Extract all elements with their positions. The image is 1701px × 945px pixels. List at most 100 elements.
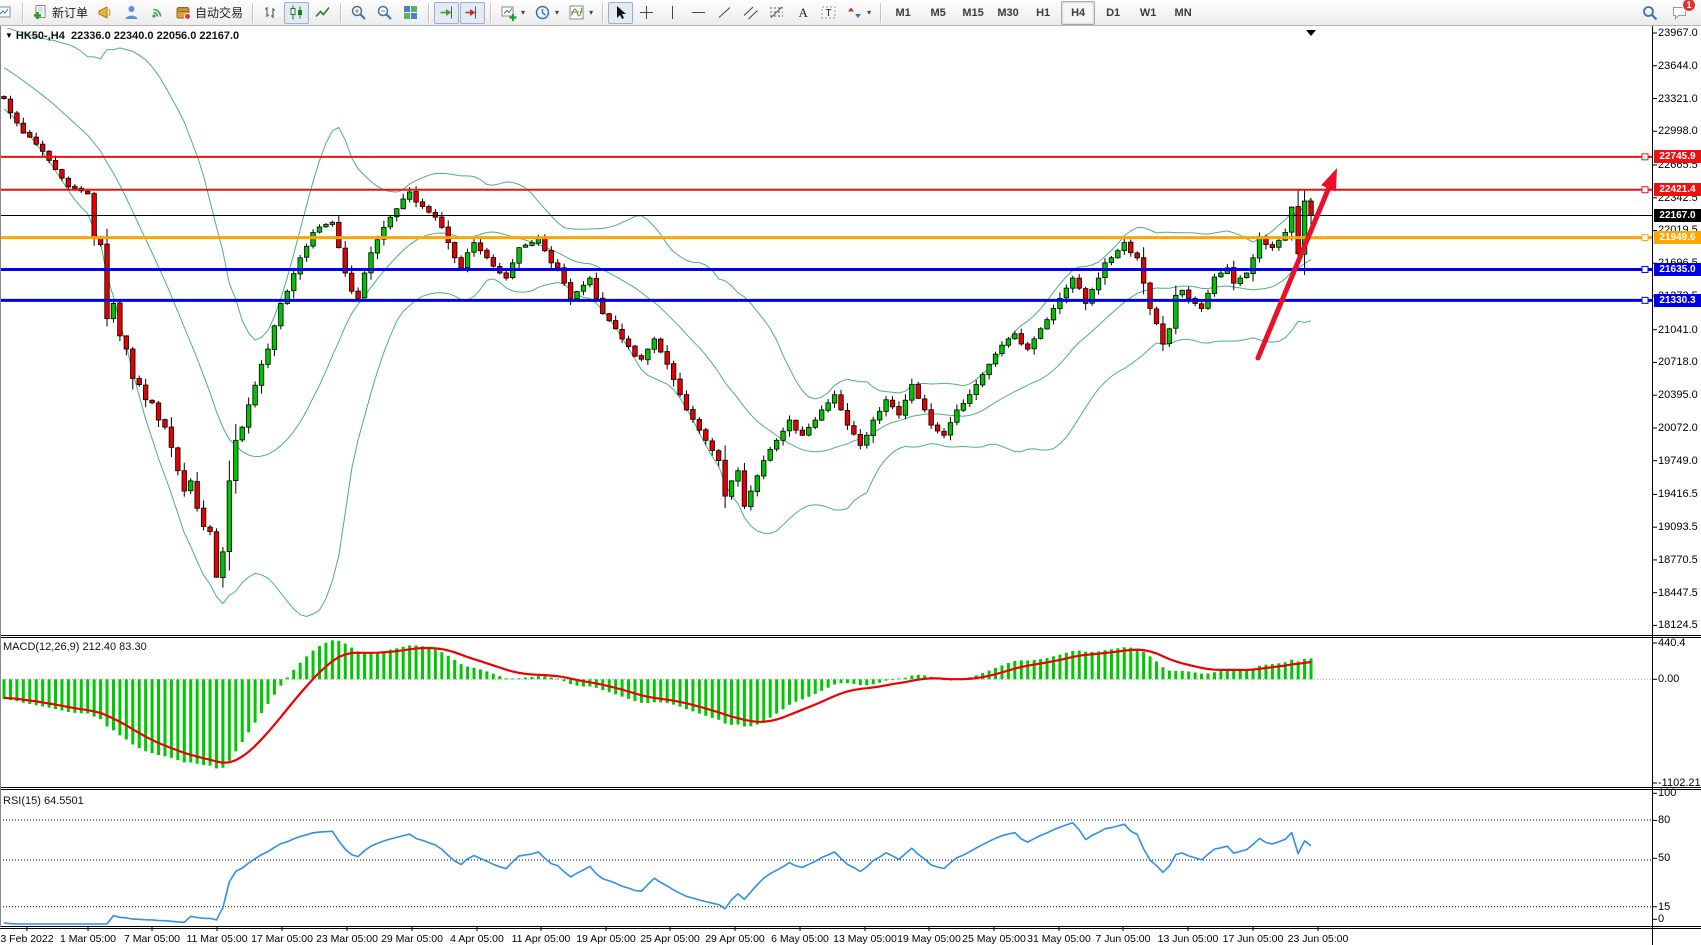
macd-label: MACD(12,26,9) 212.40 83.30 xyxy=(3,641,147,653)
toolbar-separator xyxy=(340,3,341,23)
clock-icon xyxy=(534,4,551,21)
price-axis-label: 20395.0 xyxy=(1658,389,1700,401)
price-axis-label: 20072.0 xyxy=(1658,422,1700,434)
timeframe-w1[interactable]: W1 xyxy=(1131,1,1165,25)
price-axis-label: 19093.5 xyxy=(1658,521,1700,533)
svg-text:A: A xyxy=(799,5,809,20)
chart-area[interactable] xyxy=(0,26,1701,945)
svg-text:T: T xyxy=(826,8,832,19)
time-axis-label: 25 Apr 05:00 xyxy=(640,933,700,945)
price-axis-label: 23967.0 xyxy=(1658,27,1700,39)
auto-scroll-button[interactable] xyxy=(434,2,459,24)
line-chart-button[interactable] xyxy=(310,2,335,24)
notifications-button[interactable]: 1 xyxy=(1667,2,1693,24)
candles xyxy=(2,95,1314,587)
fibonacci-icon xyxy=(768,4,785,21)
time-axis-label: 13 May 05:00 xyxy=(833,933,897,945)
crosshair-tool-button[interactable] xyxy=(634,2,659,24)
toolbar-separator xyxy=(252,3,253,23)
fibonacci-tool-button[interactable] xyxy=(764,2,789,24)
toolbar-separator xyxy=(490,3,491,23)
timeframe-mn[interactable]: MN xyxy=(1166,1,1200,25)
candlestick-chart-icon xyxy=(288,4,305,21)
megaphone-icon xyxy=(97,4,114,21)
chart-shift-button[interactable] xyxy=(460,2,485,24)
timeframe-h4[interactable]: H4 xyxy=(1061,1,1095,25)
price-axis-label: 18447.5 xyxy=(1658,587,1700,599)
time-axis-label: 3 Feb 2022 xyxy=(0,933,53,945)
price-axis-label: 20718.0 xyxy=(1658,356,1700,368)
rsi-axis-label: 15 xyxy=(1658,901,1700,913)
toolbar-separator xyxy=(602,3,603,23)
trendline-tool-button[interactable] xyxy=(712,2,737,24)
level-price-tag: 22421.4 xyxy=(1654,183,1701,196)
bar-chart-icon xyxy=(262,4,279,21)
time-axis-label: 29 Apr 05:00 xyxy=(705,933,765,945)
price-axis-label: 21041.0 xyxy=(1658,324,1700,336)
timeframe-m30[interactable]: M30 xyxy=(991,1,1025,25)
level-price-tag: 22745.9 xyxy=(1654,150,1701,163)
time-axis-label: 7 Mar 05:00 xyxy=(124,933,180,945)
chevron-down-icon: ▾ xyxy=(521,8,525,17)
time-axis-label: 29 Mar 05:00 xyxy=(381,933,443,945)
arrows-icon xyxy=(846,4,863,21)
price-chart[interactable] xyxy=(0,26,1701,945)
macd-axis-label: 440.4 xyxy=(1658,637,1700,649)
price-axis-label: 19749.0 xyxy=(1658,455,1700,467)
timeframe-m5[interactable]: M5 xyxy=(921,1,955,25)
chevron-down-icon: ▾ xyxy=(867,8,871,17)
chart-window-icon[interactable] xyxy=(0,2,17,24)
price-axis-label: 23644.0 xyxy=(1658,60,1700,72)
rsi-axis-label: 100 xyxy=(1658,787,1700,799)
signals-button[interactable] xyxy=(145,2,170,24)
timeframe-m1[interactable]: M1 xyxy=(886,1,920,25)
new-chart-button[interactable]: ▾ xyxy=(496,2,529,24)
time-axis-label: 11 Apr 05:00 xyxy=(512,933,571,945)
auto-trading-button[interactable]: 自动交易 xyxy=(171,2,247,24)
zoom-out-icon xyxy=(376,4,393,21)
horizontal-line-tool-button[interactable] xyxy=(686,2,711,24)
mt4-window: 新订单 自动交易 xyxy=(0,0,1701,945)
channel-tool-button[interactable] xyxy=(738,2,763,24)
time-axis-label: 31 May 05:00 xyxy=(1027,933,1091,945)
chevron-down-icon: ▾ xyxy=(589,8,593,17)
sound-alert-button[interactable] xyxy=(93,2,118,24)
level-price-tag: 21330.3 xyxy=(1654,294,1701,307)
new-order-button[interactable]: 新订单 xyxy=(28,2,92,24)
toolbar-right-group: 1 xyxy=(1637,2,1699,24)
timeframe-group: M1M5M15M30H1H4D1W1MN xyxy=(886,1,1200,25)
timeframe-d1[interactable]: D1 xyxy=(1096,1,1130,25)
time-axis-label: 23 Mar 05:00 xyxy=(316,933,378,945)
current-price-tag: 22167.0 xyxy=(1654,209,1701,222)
zoom-out-button[interactable] xyxy=(372,2,397,24)
price-axis-label: 23321.0 xyxy=(1658,93,1700,105)
timeframe-m15[interactable]: M15 xyxy=(956,1,990,25)
label-tool-button[interactable]: T xyxy=(816,2,841,24)
indicators-icon xyxy=(568,4,585,21)
macd-values: 212.40 83.30 xyxy=(82,641,146,653)
zoom-in-button[interactable] xyxy=(346,2,371,24)
period-button[interactable]: ▾ xyxy=(530,2,563,24)
arrows-tool-button[interactable]: ▾ xyxy=(842,2,875,24)
bar-chart-button[interactable] xyxy=(258,2,283,24)
community-button[interactable] xyxy=(119,2,144,24)
tile-windows-button[interactable] xyxy=(398,2,423,24)
time-axis-label: 25 May 05:00 xyxy=(962,933,1026,945)
time-axis-label: 6 May 05:00 xyxy=(771,933,829,945)
price-axis-label: 18124.5 xyxy=(1658,619,1700,631)
text-tool-button[interactable]: A xyxy=(790,2,815,24)
rsi-axis-label: 80 xyxy=(1658,814,1700,826)
chevron-down-icon: ▾ xyxy=(555,8,559,17)
cursor-tool-button[interactable] xyxy=(608,2,633,24)
last-bar-marker xyxy=(1306,30,1316,36)
candlestick-chart-button[interactable] xyxy=(284,2,309,24)
line-chart-icon xyxy=(314,4,331,21)
timeframe-h1[interactable]: H1 xyxy=(1026,1,1060,25)
cursor-icon xyxy=(612,4,629,21)
vertical-line-tool-button[interactable] xyxy=(660,2,685,24)
new-chart-icon xyxy=(500,4,517,21)
symbol-dropdown-icon[interactable]: ▼ xyxy=(5,31,13,40)
search-button[interactable] xyxy=(1637,2,1663,24)
indicators-button[interactable]: ▾ xyxy=(564,2,597,24)
chart-header: ▼HK50-,H4 22336.0 22340.0 22056.0 22167.… xyxy=(5,30,239,42)
